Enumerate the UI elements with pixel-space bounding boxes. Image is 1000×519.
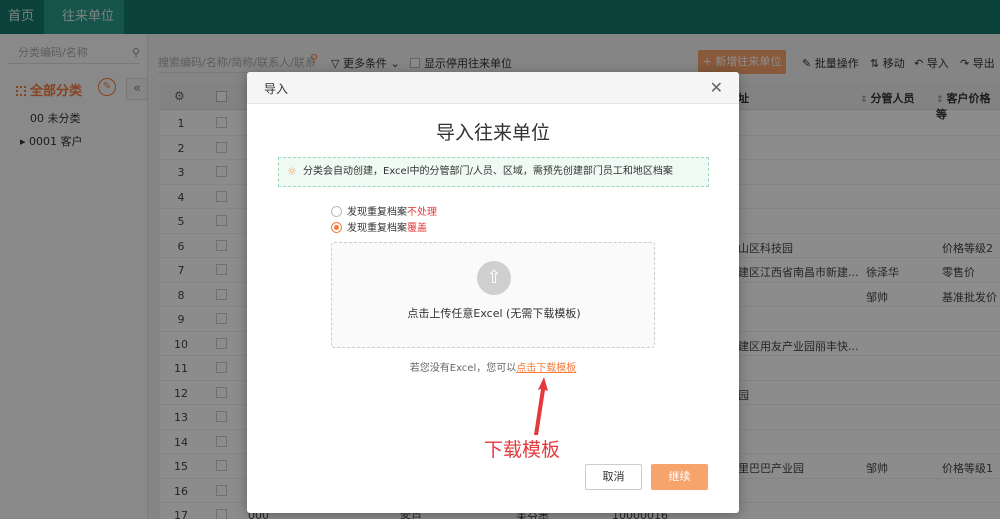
upload-text: 点击上传任意Excel (无需下载模板) — [407, 307, 581, 320]
upload-dropzone[interactable]: ⇧ 点击上传任意Excel (无需下载模板) — [331, 242, 655, 348]
lightbulb-icon: ☼ — [287, 165, 297, 178]
option-skip-highlight: 不处理 — [407, 207, 437, 218]
continue-button[interactable]: 继续 — [651, 464, 708, 490]
radio-skip[interactable] — [331, 206, 342, 217]
upload-icon: ⇧ — [477, 261, 511, 295]
option-overwrite-label: 发现重复档案 — [347, 223, 407, 234]
annotation-arrow-icon — [534, 377, 548, 435]
download-template-link[interactable]: 点击下载模板 — [516, 363, 576, 374]
dialog-header-title: 导入 — [264, 82, 289, 96]
option-overwrite-duplicates[interactable]: 发现重复档案覆盖 — [331, 219, 427, 234]
template-hint: 若您没有Excel，您可以点击下载模板 — [247, 359, 739, 374]
annotation-label: 下载模板 — [484, 439, 561, 461]
option-skip-label: 发现重复档案 — [347, 207, 407, 218]
notice-text: 分类会自动创建，Excel中的分管部门/人员、区域，需预先创建部门员工和地区档案 — [303, 166, 673, 177]
close-icon[interactable]: ✕ — [710, 78, 723, 97]
cancel-button[interactable]: 取消 — [585, 464, 642, 490]
dialog-title: 导入往来单位 — [435, 122, 550, 144]
dialog-header: 导入 ✕ — [247, 72, 739, 104]
notice-banner: ☼ 分类会自动创建，Excel中的分管部门/人员、区域，需预先创建部门员工和地区… — [278, 157, 709, 187]
template-hint-text: 若您没有Excel，您可以 — [409, 363, 517, 374]
option-overwrite-highlight: 覆盖 — [407, 223, 427, 234]
import-dialog: 导入 ✕ 导入往来单位 ☼ 分类会自动创建，Excel中的分管部门/人员、区域，… — [247, 72, 739, 513]
option-skip-duplicates[interactable]: 发现重复档案不处理 — [331, 203, 437, 218]
radio-overwrite[interactable] — [331, 222, 342, 233]
